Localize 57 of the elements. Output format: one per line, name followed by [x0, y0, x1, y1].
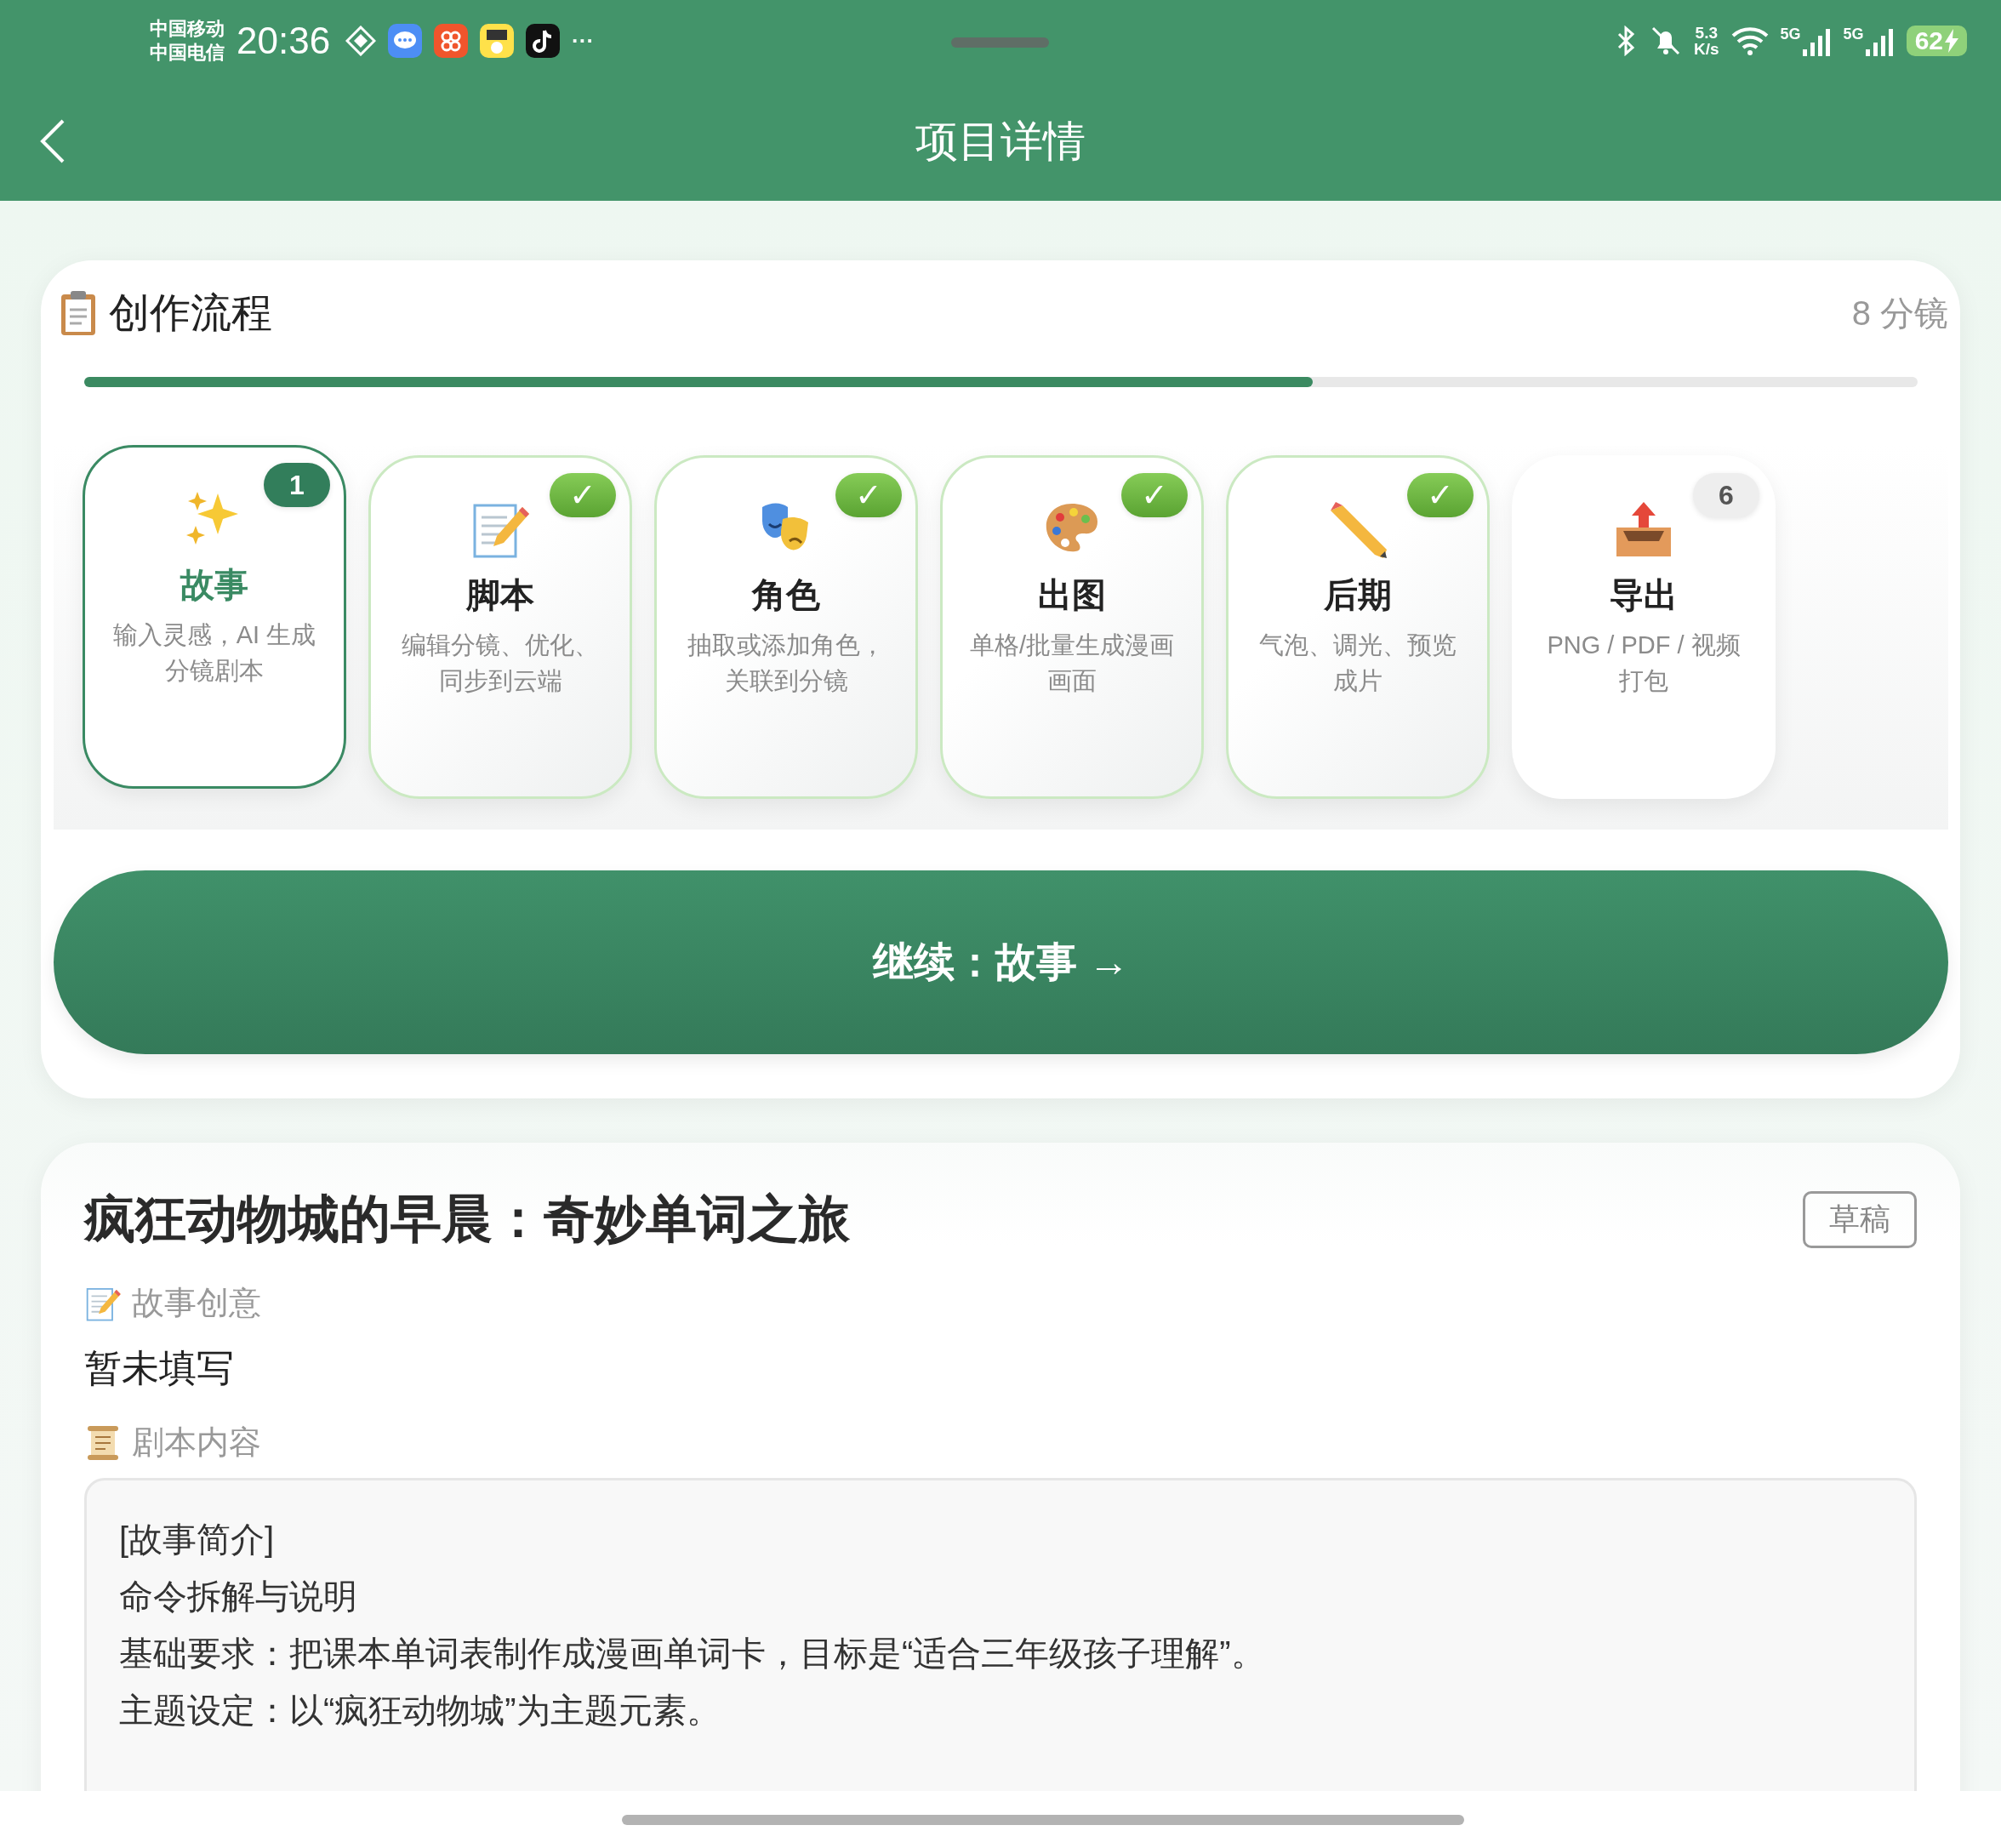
step-description: 抽取或添加角色，关联到分镜 — [687, 630, 886, 696]
script-line: [故事简介] — [119, 1520, 276, 1560]
step-card[interactable]: ✓ 出图 单格/批量生成漫画画面 — [940, 455, 1204, 799]
step-badge: 6 — [1693, 473, 1759, 517]
step-card[interactable]: 6 导出 PNG / PDF / 视频打包 — [1512, 455, 1776, 799]
step-title: 导出 — [1610, 575, 1678, 615]
bolt-icon — [1945, 29, 1958, 53]
status-tag: 草稿 — [1803, 1191, 1917, 1248]
step-title: 故事 — [180, 565, 248, 605]
step-badge: 1 — [264, 463, 330, 507]
field-label: 剧本内容 — [132, 1423, 261, 1462]
network-type: 5G — [1843, 26, 1864, 43]
step-description: 单格/批量生成漫画画面 — [968, 630, 1176, 696]
step-description: 输入灵感，AI 生成分镜剧本 — [111, 620, 317, 686]
more-indicator: ··· — [572, 27, 595, 54]
network-speed: 5.3 — [1695, 25, 1718, 41]
network-speed: K/s — [1694, 41, 1719, 57]
project-title: 疯狂动物城的早晨：奇妙单词之旅 — [84, 1189, 851, 1249]
diamond-grid-icon — [345, 26, 377, 56]
carrier-name: 中国移动 — [150, 17, 225, 41]
app-icon — [480, 24, 515, 58]
battery-indicator: 62 — [1906, 26, 1967, 56]
music-note-icon — [526, 24, 561, 58]
network-type: 5G — [1780, 26, 1801, 43]
step-card[interactable]: ✓ 脚本 编辑分镜、优化、同步到云端 — [368, 455, 632, 799]
script-line: 主题设定：以“疯狂动物城”为主题元素。 — [119, 1691, 721, 1731]
section-title: 创作流程 — [109, 289, 273, 337]
step-card[interactable]: ✓ 角色 抽取或添加角色，关联到分镜 — [654, 455, 918, 799]
carrier-name: 中国电信 — [150, 41, 225, 65]
script-line: 命令拆解与说明 — [119, 1577, 358, 1617]
step-description: 气泡、调光、预览成片 — [1258, 630, 1457, 696]
step-description: PNG / PDF / 视频打包 — [1546, 630, 1742, 696]
step-card[interactable]: ✓ 后期 气泡、调光、预览成片 — [1226, 455, 1490, 799]
script-line: 基础要求：把课本单词表制作成漫画单词卡，目标是“适合三年级孩子理解”。 — [119, 1634, 1266, 1674]
field-label: 故事创意 — [132, 1284, 261, 1322]
step-title: 出图 — [1038, 575, 1106, 615]
chat-bubble-icon — [388, 24, 423, 58]
step-badge: ✓ — [550, 473, 616, 517]
page-title: 项目详情 — [915, 116, 1086, 167]
step-badge: ✓ — [835, 473, 902, 517]
drag-handle[interactable] — [951, 37, 1049, 48]
app-icon — [434, 24, 469, 58]
idea-text: 暂未填写 — [84, 1346, 235, 1390]
step-card[interactable]: 1 故事 输入灵感，AI 生成分镜剧本 — [83, 445, 346, 789]
step-title: 后期 — [1324, 575, 1392, 615]
clock-time: 20:36 — [237, 20, 331, 62]
clipboard-icon — [60, 289, 97, 337]
panel-count: 8 分镜 — [1851, 293, 1948, 334]
step-title: 角色 — [752, 575, 820, 615]
wifi-icon — [1730, 26, 1769, 56]
home-indicator[interactable] — [622, 1814, 1464, 1825]
step-badge: ✓ — [1121, 473, 1188, 517]
step-description: 编辑分镜、优化、同步到云端 — [401, 630, 600, 696]
step-badge: ✓ — [1407, 473, 1474, 517]
step-title: 脚本 — [466, 575, 534, 615]
continue-button[interactable]: 继续：故事 → — [54, 870, 1948, 1054]
bell-muted-icon — [1650, 25, 1682, 57]
